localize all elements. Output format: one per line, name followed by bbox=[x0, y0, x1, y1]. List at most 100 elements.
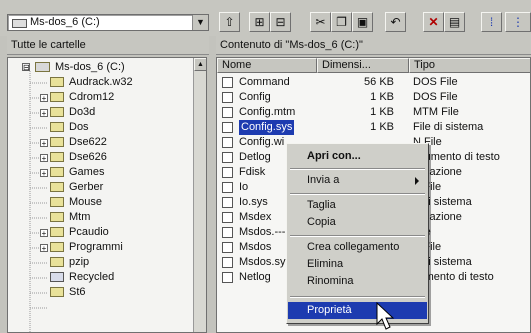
file-icon bbox=[222, 92, 233, 103]
menu-item-properties[interactable]: Proprietà bbox=[288, 302, 427, 319]
tree-item-gerber[interactable]: Gerber bbox=[50, 180, 103, 195]
column-size[interactable]: Dimensi... bbox=[317, 58, 409, 73]
expand-icon[interactable]: + bbox=[40, 229, 48, 238]
undo-button[interactable]: ↶ bbox=[385, 12, 406, 32]
scissors-icon: ✂ bbox=[315, 15, 326, 29]
up-folder-button[interactable]: ⇧ bbox=[219, 12, 240, 32]
file-type: DOS File bbox=[413, 76, 458, 88]
file-name: Msdex bbox=[239, 211, 272, 223]
expand-icon[interactable]: + bbox=[40, 139, 48, 148]
small-icons-button[interactable]: ⋮ bbox=[505, 12, 531, 32]
list-item[interactable]: Config 1 KB DOS File bbox=[217, 90, 530, 105]
expand-icon[interactable]: + bbox=[40, 244, 48, 253]
tree-item-label: Dos bbox=[69, 121, 89, 133]
list-item-selected[interactable]: Config.sys 1 KB File di sistema bbox=[217, 120, 530, 135]
large-icons-icon: ⁞ bbox=[489, 15, 494, 29]
disconnect-drive-button[interactable]: ⊟ bbox=[270, 12, 291, 32]
tree-item-label: Mtm bbox=[69, 211, 91, 223]
properties-button[interactable]: ▤ bbox=[444, 12, 465, 32]
copy-icon: ❐ bbox=[336, 15, 347, 29]
system-file-icon bbox=[222, 197, 233, 208]
application-icon bbox=[222, 212, 233, 223]
menu-item-delete[interactable]: Elimina bbox=[288, 256, 427, 273]
tree-item-pzip[interactable]: pzip bbox=[50, 255, 89, 270]
file-size: 1 KB bbox=[370, 121, 394, 133]
folder-icon bbox=[50, 122, 64, 133]
folder-icon bbox=[50, 257, 64, 268]
context-menu: Apri con... Invia a Taglia Copia Crea co… bbox=[286, 143, 429, 324]
list-panel-header: Contenuto di "Ms-dos_6 (C:)" bbox=[216, 36, 531, 55]
map-drive-button[interactable]: ⊞ bbox=[249, 12, 270, 32]
file-name: Config.sys bbox=[239, 120, 295, 135]
tree-item-mtm[interactable]: Mtm bbox=[50, 210, 90, 225]
list-item[interactable]: Command 56 KB DOS File bbox=[217, 75, 530, 90]
disconnect-drive-icon: ⊟ bbox=[275, 15, 286, 29]
cut-button[interactable]: ✂ bbox=[310, 12, 331, 32]
tree-item-st6[interactable]: St6 bbox=[50, 285, 86, 300]
folder-icon bbox=[50, 227, 64, 238]
large-icons-button[interactable]: ⁞ bbox=[481, 12, 502, 32]
expand-icon[interactable]: + bbox=[40, 109, 48, 118]
column-name[interactable]: Nome bbox=[217, 58, 317, 73]
drive-selector[interactable]: Ms-dos_6 (C:) ▼ bbox=[7, 14, 209, 31]
file-icon bbox=[222, 242, 233, 253]
menu-separator bbox=[290, 168, 425, 170]
system-file-icon bbox=[222, 257, 233, 268]
tree-item-recycled[interactable]: Recycled bbox=[50, 270, 114, 285]
menu-item-cut[interactable]: Taglia bbox=[288, 197, 427, 214]
expand-icon[interactable]: + bbox=[40, 169, 48, 178]
column-type[interactable]: Tipo bbox=[409, 58, 530, 73]
folder-icon bbox=[50, 212, 64, 223]
tree-item-dse626[interactable]: Dse626 bbox=[50, 150, 107, 165]
collapse-icon[interactable]: ⊟ bbox=[22, 63, 30, 72]
tree-item-dse622[interactable]: Dse622 bbox=[50, 135, 107, 150]
tree-item-cdrom12[interactable]: Cdrom12 bbox=[50, 90, 114, 105]
drive-icon bbox=[12, 19, 27, 28]
menu-item-rename[interactable]: Rinomina bbox=[288, 273, 427, 290]
tree-item-label: Audrack.w32 bbox=[69, 76, 133, 88]
tree-item-pcaudio[interactable]: Pcaudio bbox=[50, 225, 109, 240]
tree-item-label: Ms-dos_6 (C:) bbox=[55, 61, 125, 73]
folder-icon bbox=[50, 152, 64, 163]
tree-item-mouse[interactable]: Mouse bbox=[50, 195, 102, 210]
menu-item-create-link[interactable]: Crea collegamento bbox=[288, 239, 427, 256]
chevron-down-icon[interactable]: ▼ bbox=[192, 15, 208, 30]
expand-icon[interactable]: + bbox=[40, 94, 48, 103]
expand-icon[interactable]: + bbox=[40, 154, 48, 163]
folder-tree[interactable]: ⊟ Ms-dos_6 (C:) Audrack.w32 Cdrom12 Do3d… bbox=[7, 57, 207, 333]
menu-item-send-to[interactable]: Invia a bbox=[288, 172, 427, 189]
file-name: Msdos.sy bbox=[239, 256, 286, 268]
list-item[interactable]: Config.mtm 1 KB MTM File bbox=[217, 105, 530, 120]
tree-scrollbar[interactable]: ▲ bbox=[193, 58, 206, 332]
menu-item-copy[interactable]: Copia bbox=[288, 214, 427, 231]
folder-icon bbox=[50, 242, 64, 253]
file-name: Config.wi bbox=[239, 136, 285, 148]
recycle-bin-icon bbox=[50, 272, 64, 283]
paste-icon: ▣ bbox=[356, 15, 369, 29]
file-name: Io.sys bbox=[239, 196, 268, 208]
menu-item-label: Invia a bbox=[307, 174, 340, 186]
text-file-icon bbox=[222, 152, 233, 163]
tree-item-label: Cdrom12 bbox=[69, 91, 115, 103]
delete-button[interactable]: ✕ bbox=[423, 12, 444, 32]
menu-item-open-with[interactable]: Apri con... bbox=[288, 148, 427, 165]
folder-icon bbox=[50, 287, 64, 298]
tree-item-audrack[interactable]: Audrack.w32 bbox=[50, 75, 133, 90]
system-file-icon bbox=[222, 122, 233, 133]
tree-item-label: Do3d bbox=[69, 106, 96, 118]
tree-item-label: Programmi bbox=[69, 241, 123, 253]
tree-item-games[interactable]: Games bbox=[50, 165, 104, 180]
undo-icon: ↶ bbox=[390, 15, 401, 29]
tree-item-programmi[interactable]: Programmi bbox=[50, 240, 123, 255]
tree-item-dos[interactable]: Dos bbox=[50, 120, 89, 135]
copy-button[interactable]: ❐ bbox=[331, 12, 352, 32]
file-name: Io bbox=[239, 181, 249, 193]
tree-item-label: Gerber bbox=[69, 181, 104, 193]
tree-item-do3d[interactable]: Do3d bbox=[50, 105, 95, 120]
tree-item-label: Dse622 bbox=[69, 136, 107, 148]
file-name: Msdos bbox=[239, 241, 272, 253]
paste-button[interactable]: ▣ bbox=[352, 12, 373, 32]
properties-icon: ▤ bbox=[448, 15, 461, 29]
text-file-icon bbox=[222, 272, 233, 283]
scroll-up-icon[interactable]: ▲ bbox=[194, 58, 206, 71]
